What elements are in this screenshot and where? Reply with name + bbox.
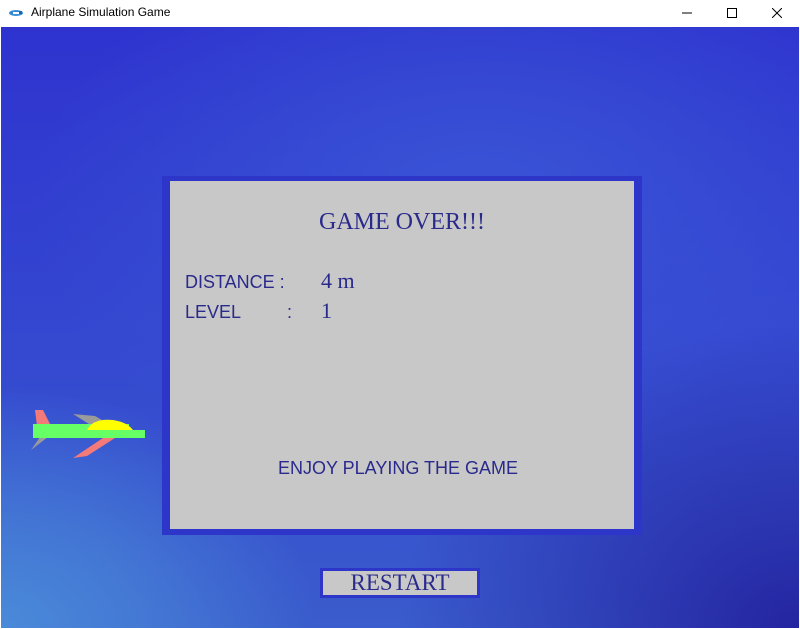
airplane-app-icon (9, 10, 23, 16)
airplane-sprite (31, 410, 145, 458)
title-bar[interactable]: Airplane Simulation Game (0, 0, 800, 26)
level-label: LEVEL (185, 302, 242, 322)
enjoy-message: ENJOY PLAYING THE GAME (277, 458, 519, 478)
level-colon: : (287, 302, 293, 322)
game-over-heading: GAME OVER!!! (319, 209, 485, 235)
distance-value: 4 m (321, 268, 355, 293)
maximize-button[interactable] (709, 0, 755, 26)
maximize-icon (727, 8, 737, 18)
game-canvas: GAME OVER!!! DISTANCE : 4 m LEVEL : 1 EN… (1, 27, 799, 628)
game-window: Airplane Simulation Game GAME OVER!!! DI… (0, 0, 800, 629)
lower-wing (73, 438, 115, 458)
window-title: Airplane Simulation Game (31, 5, 171, 19)
tail-fin (35, 410, 51, 426)
close-icon (772, 8, 782, 18)
close-button[interactable] (754, 0, 800, 26)
game-over-dialog: GAME OVER!!! DISTANCE : 4 m LEVEL : 1 EN… (162, 176, 642, 535)
level-value: 1 (321, 298, 332, 323)
distance-label: DISTANCE : (185, 272, 285, 292)
minimize-button[interactable] (664, 0, 710, 26)
minimize-icon (682, 12, 692, 14)
restart-button-label[interactable]: RESTART (323, 571, 477, 595)
restart-button[interactable]: RESTART (320, 568, 480, 598)
game-over-panel: GAME OVER!!! DISTANCE : 4 m LEVEL : 1 EN… (170, 181, 634, 529)
